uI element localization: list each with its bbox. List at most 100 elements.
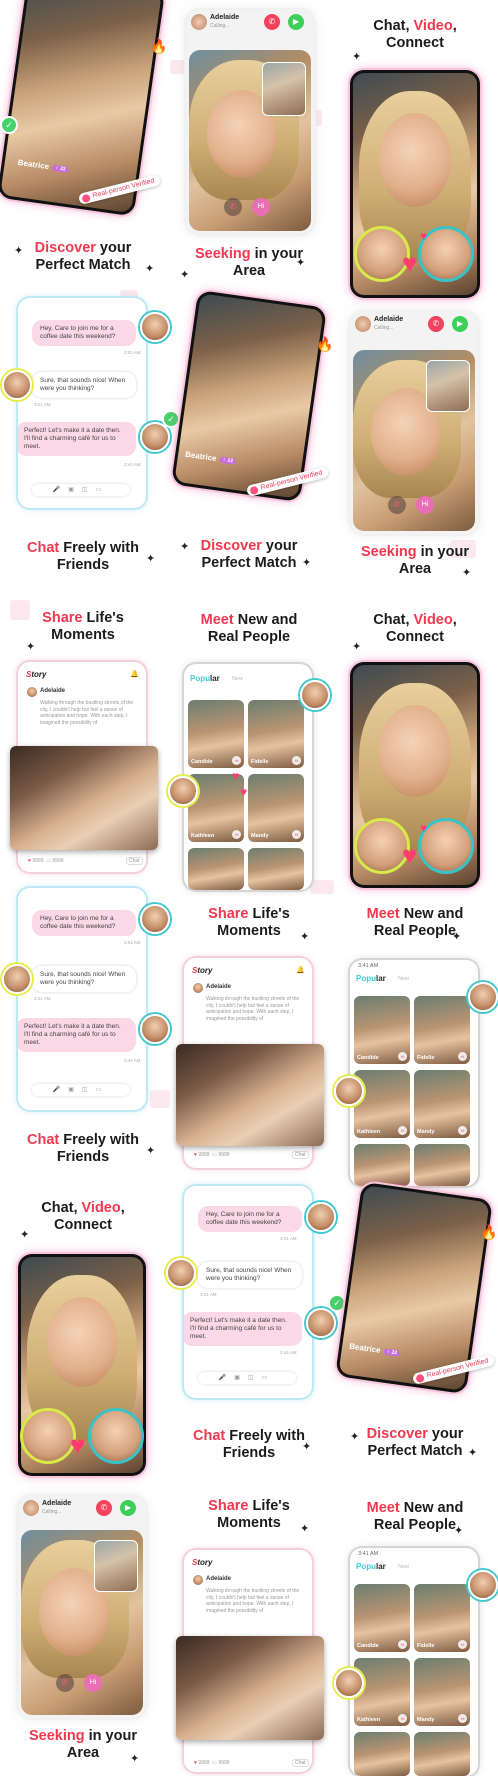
contact-avatar — [468, 982, 498, 1012]
chat-button[interactable]: Chat — [292, 1759, 309, 1767]
caption-seeking: Seeking in your Area — [195, 246, 303, 279]
profile-card[interactable]: Candide Hi — [354, 1584, 410, 1652]
profile-card[interactable]: Candide Hi — [354, 996, 410, 1064]
caption-chat-friends: Chat Freely with Friends — [26, 1132, 139, 1165]
caption-chat-video: Chat, Video, Connect — [373, 18, 457, 51]
profile-card[interactable] — [354, 1732, 410, 1776]
match-avatar-right — [88, 1408, 144, 1464]
profile-card[interactable]: Fidelle Hi — [248, 700, 304, 768]
online-check-icon: ✓ — [164, 412, 178, 426]
profile-card[interactable] — [188, 848, 244, 890]
contact-avatar — [300, 680, 330, 710]
profile-card[interactable]: Mandy Hi — [414, 1658, 470, 1726]
sparkle-icon: ✦ — [302, 1441, 312, 1453]
say-hi-button[interactable]: Hi — [252, 198, 270, 216]
hangup-button[interactable]: ✆ — [388, 496, 406, 514]
popular-screen: 3:41 AM Popular New Candide Hi Fidelle Hi … — [350, 960, 478, 1186]
profile-card[interactable]: Candide Hi — [188, 700, 244, 768]
user-avatar — [166, 1258, 196, 1288]
profile-card[interactable] — [354, 1144, 410, 1186]
story-photo[interactable] — [176, 1044, 324, 1146]
chat-button[interactable]: Chat — [292, 1151, 309, 1159]
say-hi-button[interactable]: Hi — [84, 1674, 102, 1692]
like-icon[interactable]: ♥ — [28, 858, 31, 864]
caller-avatar — [191, 14, 207, 30]
call-status: Calling... — [210, 23, 230, 29]
author-avatar — [192, 982, 204, 994]
popular-title: Popular — [190, 674, 220, 683]
profile-card[interactable] — [414, 1144, 470, 1186]
user-avatar — [334, 1076, 364, 1106]
chat-time: 3:44 AM — [124, 462, 141, 467]
chat-screen: Hey, Care to join me for a coffee date t… — [184, 1186, 312, 1398]
chat-button[interactable]: Chat — [126, 857, 143, 865]
chat-input-bar[interactable]: 🎤▣◫▭ — [198, 1372, 296, 1384]
profile-card[interactable]: Mandy Hi — [414, 1070, 470, 1138]
tab-new[interactable]: New — [398, 976, 409, 982]
video-call-button[interactable]: ▶ — [120, 1500, 136, 1516]
flame-icon: 🔥 — [480, 1224, 498, 1240]
profile-card[interactable] — [414, 1732, 470, 1776]
popular-title: Popular — [356, 974, 386, 983]
heart-icon: ♥ — [420, 821, 428, 835]
like-icon[interactable]: ♥ — [194, 1760, 197, 1766]
sparkle-icon: ✦ — [180, 541, 190, 553]
tab-new[interactable]: New — [398, 1564, 409, 1570]
chat-time: 3:01 AM — [280, 1236, 297, 1241]
like-icon[interactable]: ♥ — [194, 1152, 197, 1158]
profile-photo — [174, 293, 324, 499]
chat-time: 3:01 AM — [124, 350, 141, 355]
story-footer: ♥ 9999 ▭ 9999 — [194, 1760, 230, 1766]
chat-time: 3:44 AM — [124, 1058, 141, 1063]
story-photo[interactable] — [10, 746, 158, 850]
bell-icon[interactable]: 🔔 — [130, 670, 139, 678]
decline-call-button[interactable]: ✆ — [96, 1500, 112, 1516]
bell-icon[interactable]: 🔔 — [296, 966, 305, 974]
sparkle-icon: ✦ — [300, 1523, 310, 1535]
profile-card[interactable]: Fidelle Hi — [414, 996, 470, 1064]
age-chip: ♀ 22 — [383, 1348, 401, 1357]
sparkle-icon: ✦ — [350, 1431, 360, 1443]
user-avatar — [2, 964, 32, 994]
chat-message: Perfect! Let's make it a date then. I'll… — [184, 1312, 302, 1346]
heart-icon: ♥ — [232, 769, 240, 783]
person-face — [379, 113, 451, 207]
chat-input-bar[interactable]: 🎤▣◫▭ — [32, 1084, 130, 1096]
say-hi-button[interactable]: Hi — [416, 496, 434, 514]
decline-call-button[interactable]: ✆ — [264, 14, 280, 30]
caption-meet: Meet New and Real People — [200, 612, 298, 645]
heart-icon: ♥ — [402, 248, 418, 278]
call-status: Calling... — [42, 1509, 62, 1515]
story-author: Adelaide — [206, 984, 232, 990]
chat-time: 3:44 AM — [280, 1350, 297, 1355]
caption-share: Share Life's Moments — [42, 610, 124, 643]
story-text: Walking through the bustling streets of … — [40, 700, 134, 726]
contact-avatar — [140, 1014, 170, 1044]
profile-card[interactable]: Fidelle Hi — [414, 1584, 470, 1652]
profile-card[interactable]: Mandy Hi — [248, 774, 304, 842]
story-footer: ♥ 9999 ▭ 9999 — [194, 1152, 230, 1158]
chat-message: Sure, that sounds nice! When were you th… — [32, 372, 136, 398]
story-photo[interactable] — [176, 1636, 324, 1740]
caller-avatar — [23, 1500, 39, 1516]
profile-card[interactable]: Kathleen Hi — [354, 1070, 410, 1138]
call-phone: Adelaide Calling... ✆ ▶ ✆ Hi — [186, 10, 314, 234]
contact-avatar — [140, 312, 170, 342]
chat-input-bar[interactable]: 🎤▣◫▭ — [32, 484, 130, 496]
user-avatar — [2, 370, 32, 400]
online-check-icon: ✓ — [330, 1296, 344, 1310]
chat-message: Sure, that sounds nice! When were you th… — [198, 1262, 302, 1288]
video-call-button[interactable]: ▶ — [452, 316, 468, 332]
sparkle-icon: ✦ — [352, 641, 362, 653]
call-status: Calling... — [374, 325, 394, 331]
tab-new[interactable]: New — [232, 676, 243, 682]
hangup-button[interactable]: ✆ — [224, 198, 242, 216]
profile-card[interactable]: Kathleen Hi — [354, 1658, 410, 1726]
self-view-pip — [262, 62, 306, 116]
video-call-button[interactable]: ▶ — [288, 14, 304, 30]
profile-card[interactable] — [248, 848, 304, 890]
sparkle-icon: ✦ — [454, 1525, 464, 1537]
hangup-button[interactable]: ✆ — [56, 1674, 74, 1692]
chat-message: Sure, that sounds nice! When were you th… — [32, 966, 136, 992]
decline-call-button[interactable]: ✆ — [428, 316, 444, 332]
